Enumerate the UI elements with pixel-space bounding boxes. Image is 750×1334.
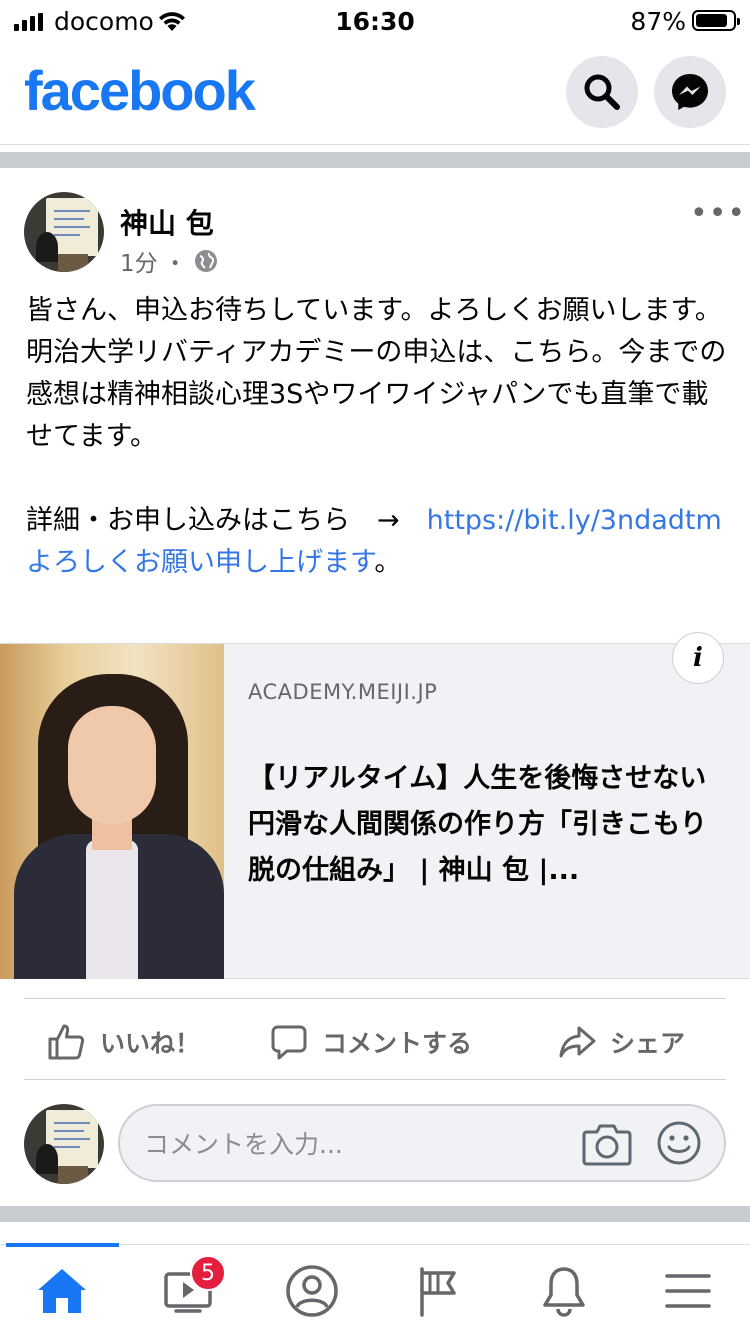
post-text-end: 。 (374, 547, 402, 578)
share-label: シェア (610, 1029, 686, 1058)
preview-image[interactable] (0, 644, 224, 979)
comment-label: コメントする (322, 1029, 473, 1058)
info-icon: i (693, 643, 703, 673)
action-divider-bottom (24, 1079, 726, 1080)
battery-percent: 87% (630, 7, 686, 36)
header-divider (0, 144, 750, 145)
messenger-button[interactable] (654, 56, 726, 128)
status-bar: docomo 16:30 87% (0, 0, 750, 44)
nav-pages[interactable] (408, 1263, 468, 1319)
watch-badge: 5 (190, 1255, 226, 1291)
emoji-icon[interactable] (656, 1120, 702, 1170)
nav-menu[interactable] (658, 1263, 718, 1319)
comment-box[interactable] (118, 1104, 726, 1182)
bottom-nav: 5 (0, 1243, 750, 1334)
preview-title[interactable]: 【リアルタイム】人生を後悔させない円滑な人間関係の作り方「引きこもり脱の仕組み」… (248, 756, 718, 894)
facebook-logo[interactable]: facebook (24, 58, 256, 123)
search-button[interactable] (566, 56, 638, 128)
comment-button[interactable]: コメントする (270, 1018, 472, 1066)
messenger-icon (672, 74, 708, 110)
user-avatar[interactable] (24, 1104, 104, 1184)
battery-icon (692, 10, 740, 31)
post-time[interactable]: 1分 (120, 244, 158, 278)
profile-icon (286, 1265, 338, 1317)
link-preview[interactable]: i ACADEMY.MEIJI.JP 【リアルタイム】人生を後悔させない円滑な人… (0, 632, 750, 979)
like-label: いいね！ (100, 1029, 201, 1058)
home-icon (38, 1269, 86, 1313)
menu-icon (665, 1274, 711, 1308)
post-body: 皆さん、申込お待ちしています。よろしくお願いします。 明治大学リバティアカデミー… (26, 295, 727, 536)
nav-notifications[interactable] (534, 1263, 594, 1319)
camera-icon[interactable] (582, 1122, 632, 1170)
post-text: 皆さん、申込お待ちしています。よろしくお願いします。 明治大学リバティアカデミー… (26, 290, 732, 584)
nav-home[interactable] (32, 1263, 92, 1319)
like-icon (48, 1024, 85, 1060)
nav-profile[interactable] (282, 1263, 342, 1319)
feed-separator-bottom (0, 1206, 750, 1222)
comment-input[interactable] (144, 1126, 564, 1162)
share-button[interactable]: シェア (558, 1018, 685, 1066)
search-icon (584, 74, 620, 110)
bell-icon (543, 1267, 585, 1317)
post-meta: 1分 ・ (120, 244, 219, 278)
pages-icon (420, 1267, 456, 1317)
globe-icon[interactable] (193, 248, 219, 274)
meta-separator: ・ (163, 251, 187, 277)
share-icon (559, 1026, 596, 1058)
feed-separator (0, 152, 750, 168)
preview-domain: ACADEMY.MEIJI.JP (248, 680, 438, 704)
author-avatar[interactable] (24, 192, 104, 272)
info-button[interactable]: i (672, 632, 724, 684)
comment-icon (271, 1025, 307, 1060)
like-button[interactable]: いいね！ (46, 1018, 200, 1066)
app-header: facebook (0, 44, 750, 144)
author-name[interactable]: 神山 包 (120, 202, 214, 242)
post-options-button[interactable]: ••• (690, 196, 746, 231)
action-divider-top (24, 998, 726, 999)
active-tab-indicator (6, 1243, 119, 1247)
